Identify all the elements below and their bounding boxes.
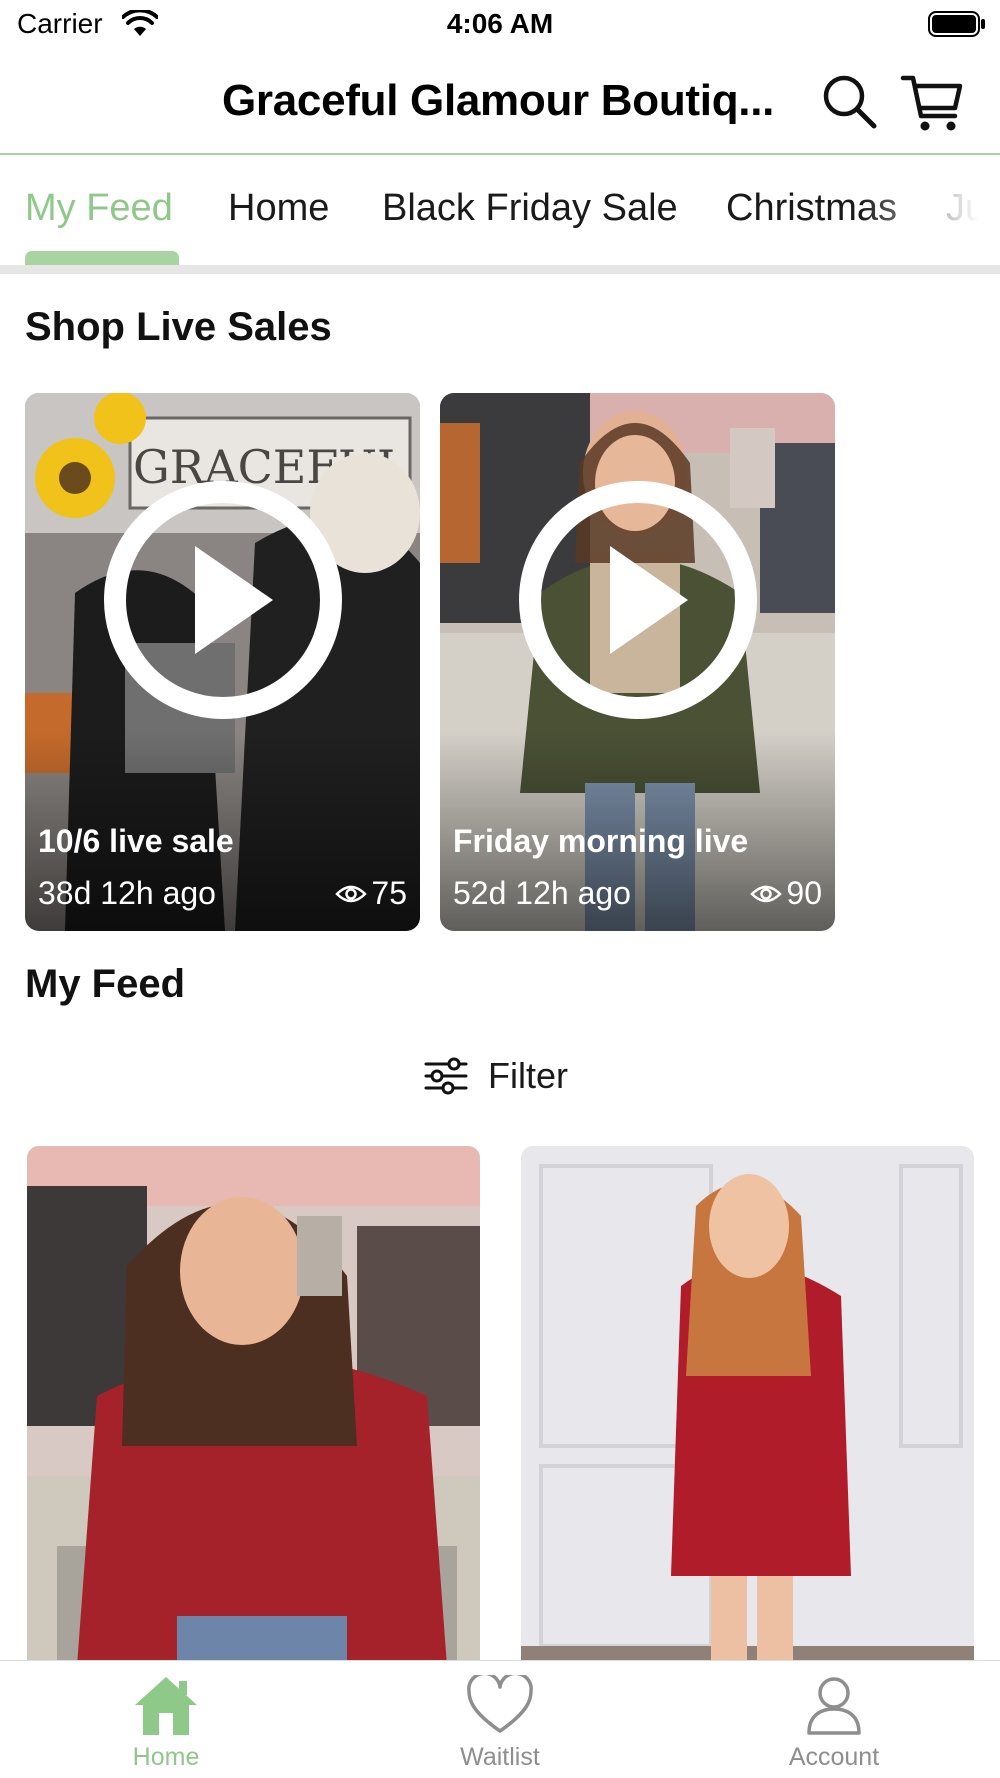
tab-my-feed[interactable]: My Feed <box>25 187 173 230</box>
live-sale-time-ago: 52d 12h ago <box>453 875 631 911</box>
live-sale-views: 75 <box>335 875 407 912</box>
view-count: 90 <box>786 875 822 911</box>
store-title: Graceful Glamour Boutiq... <box>222 76 775 125</box>
live-sale-views: 90 <box>750 875 822 912</box>
live-sale-time-ago: 38d 12h ago <box>38 875 216 911</box>
category-tabs: My Feed Home Black Friday Sale Christmas… <box>0 155 1000 265</box>
battery-icon <box>928 11 985 37</box>
home-icon <box>135 1677 197 1735</box>
feed-product-card[interactable] <box>27 1146 480 1666</box>
status-bar: Carrier 4:06 AM <box>0 0 1000 52</box>
nav-header: Graceful Glamour Boutiq... <box>0 52 1000 155</box>
live-sale-title: 10/6 live sale <box>38 823 234 859</box>
tab-bar-home-label: Home <box>132 1743 200 1771</box>
tab-bar-waitlist-label: Waitlist <box>460 1743 540 1771</box>
tabs-fade <box>860 155 1000 255</box>
product-image <box>521 1146 974 1666</box>
eye-icon <box>335 885 368 902</box>
live-sale-card[interactable]: Friday morning live 52d 12h ago 90 <box>440 393 835 931</box>
live-sale-title: Friday morning live <box>453 823 749 859</box>
person-icon <box>807 1677 861 1735</box>
play-icon[interactable] <box>518 480 758 720</box>
filter-label: Filter <box>488 1055 568 1096</box>
tabs-divider <box>0 265 1000 274</box>
tab-bar-account[interactable]: Account <box>734 1661 934 1778</box>
view-count: 75 <box>371 875 407 911</box>
live-sales-heading: Shop Live Sales <box>25 305 332 349</box>
status-time: 4:06 AM <box>446 8 554 39</box>
filter-icon <box>424 1057 468 1095</box>
my-feed-heading: My Feed <box>25 962 186 1006</box>
heart-icon <box>467 1675 533 1733</box>
tab-bar-waitlist[interactable]: Waitlist <box>400 1661 600 1778</box>
live-sale-card[interactable]: GRACEFUL GLAMOUR 10/6 live sale 38d 12h … <box>25 393 420 931</box>
play-icon[interactable] <box>103 480 343 720</box>
eye-icon <box>750 885 783 902</box>
search-icon[interactable] <box>820 72 880 132</box>
tab-bar-account-label: Account <box>788 1743 880 1771</box>
tab-home[interactable]: Home <box>228 187 329 230</box>
bottom-tab-bar: Home Waitlist Account <box>0 1660 1000 1778</box>
product-image <box>27 1146 480 1666</box>
tab-bar-home[interactable]: Home <box>66 1661 266 1778</box>
tab-black-friday-sale[interactable]: Black Friday Sale <box>382 187 678 230</box>
cart-icon[interactable] <box>900 70 966 136</box>
filter-button[interactable]: Filter <box>424 1051 568 1101</box>
feed-product-card[interactable] <box>521 1146 974 1666</box>
active-tab-indicator <box>25 251 179 265</box>
